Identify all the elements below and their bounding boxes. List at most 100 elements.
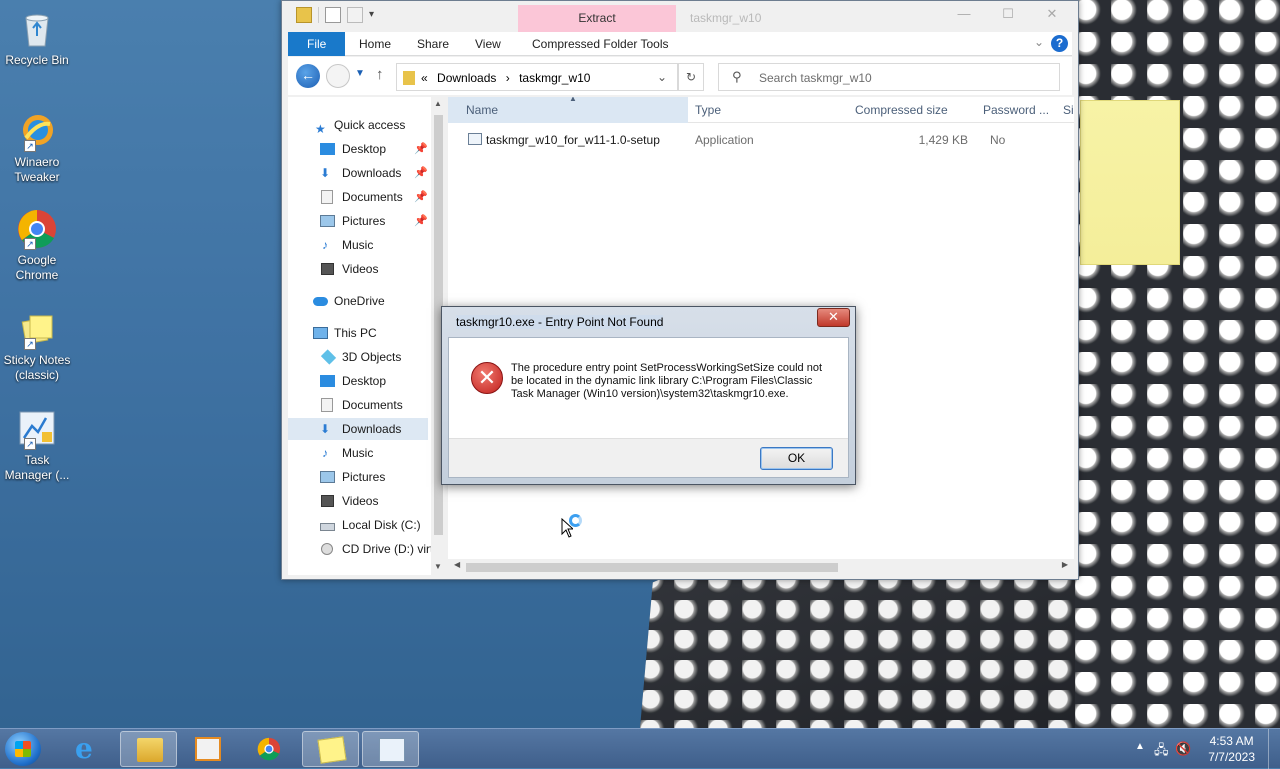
dialog-footer: OK	[449, 438, 848, 477]
ok-button[interactable]: OK	[760, 447, 833, 470]
address-bar[interactable]: « Downloads › taskmgr_w10 ⌄	[396, 63, 678, 91]
scrollbar-thumb[interactable]	[466, 563, 838, 572]
nav-label: Pictures	[342, 470, 386, 484]
network-icon[interactable]: 🖧	[1154, 741, 1169, 763]
new-folder-icon[interactable]	[347, 7, 363, 23]
nav-onedrive[interactable]: OneDrive	[288, 290, 428, 312]
nav-label: Documents	[342, 190, 403, 204]
tab-home[interactable]: Home	[345, 32, 405, 56]
column-name[interactable]: Name	[448, 97, 688, 123]
error-dialog[interactable]: taskmgr10.exe - Entry Point Not Found ✕ …	[441, 306, 856, 485]
nav-this-pc[interactable]: This PC	[288, 322, 428, 344]
minimize-button[interactable]: —	[942, 5, 986, 25]
clock-time: 4:53 AM	[1209, 734, 1254, 748]
properties-icon[interactable]	[325, 7, 341, 23]
nav-pc-music[interactable]: ♪ Music	[288, 442, 428, 464]
nav-qa-pictures[interactable]: Pictures 📌	[288, 210, 428, 232]
maximize-button[interactable]: ☐	[986, 5, 1030, 25]
desktop-icon-chrome[interactable]: ↗ Google Chrome	[2, 208, 72, 283]
document-icon	[321, 190, 333, 204]
column-type[interactable]: Type	[695, 103, 721, 117]
back-button[interactable]: ←	[296, 64, 320, 88]
pictures-icon	[320, 215, 335, 227]
nav-pc-videos[interactable]: Videos	[288, 490, 428, 512]
nav-qa-desktop[interactable]: Desktop 📌	[288, 138, 428, 160]
refresh-button[interactable]: ↻	[678, 63, 704, 91]
column-password[interactable]: Password ...	[983, 103, 1049, 117]
nav-quick-access[interactable]: ★ Quick access	[288, 114, 428, 136]
dialog-close-button[interactable]: ✕	[817, 308, 850, 327]
nav-qa-videos[interactable]: Videos	[288, 258, 428, 280]
breadcrumb-current[interactable]: taskmgr_w10	[519, 71, 590, 85]
nav-qa-documents[interactable]: Documents 📌	[288, 186, 428, 208]
volume-muted-icon[interactable]: 🔇	[1175, 741, 1191, 757]
folder-icon[interactable]	[296, 7, 312, 23]
sticky-note-window[interactable]	[1080, 100, 1180, 265]
help-icon[interactable]: ?	[1051, 35, 1068, 52]
chevron-down-icon[interactable]: ▾	[369, 7, 379, 23]
nav-pc-documents[interactable]: Documents	[288, 394, 428, 416]
chrome-icon	[257, 737, 281, 761]
tab-file[interactable]: File	[288, 32, 346, 56]
desktop-icon-recycle-bin[interactable]: Recycle Bin	[2, 8, 72, 68]
pin-icon: 📌	[414, 215, 428, 227]
horizontal-scrollbar[interactable]: ◀ ▶	[448, 559, 1074, 575]
scroll-left-icon[interactable]: ◀	[454, 560, 460, 569]
desktop-icon-winaero[interactable]: ↗ Winaero Tweaker	[2, 110, 72, 185]
breadcrumb-downloads[interactable]: Downloads	[437, 71, 496, 85]
desktop-icon-sticky-notes[interactable]: ↗ Sticky Notes (classic)	[2, 308, 72, 383]
cd-drive-icon	[321, 543, 333, 555]
tab-extract-contextual[interactable]: Extract	[518, 5, 676, 32]
search-input[interactable]: ⚲ Search taskmgr_w10	[718, 63, 1060, 91]
start-button[interactable]	[5, 732, 41, 766]
breadcrumb-overflow[interactable]: «	[421, 71, 428, 85]
nav-pc-3d-objects[interactable]: 3D Objects	[288, 346, 428, 368]
file-password: No	[990, 133, 1006, 147]
nav-pc-pictures[interactable]: Pictures	[288, 466, 428, 488]
forward-button[interactable]	[326, 64, 350, 88]
scroll-down-icon[interactable]: ▼	[434, 562, 442, 571]
show-desktop-button[interactable]	[1268, 729, 1280, 769]
title-bar[interactable]: ▾ Extract taskmgr_w10 — ☐ ✕	[282, 1, 1078, 32]
film-icon	[321, 495, 334, 507]
column-compressed-size[interactable]: Compressed size	[855, 103, 948, 117]
pictures-icon	[320, 471, 335, 483]
nav-qa-downloads[interactable]: ⬇ Downloads 📌	[288, 162, 428, 184]
taskbar-chrome[interactable]	[240, 731, 297, 767]
scroll-up-icon[interactable]: ▲	[434, 99, 442, 108]
nav-pc-cd-drive[interactable]: CD Drive (D:) virt	[288, 538, 433, 560]
nav-pc-downloads[interactable]: ⬇ Downloads	[288, 418, 428, 440]
file-explorer-window[interactable]: ▾ Extract taskmgr_w10 — ☐ ✕ File Home Sh…	[281, 0, 1079, 580]
show-hidden-icons-chevron-icon[interactable]: ▲	[1135, 741, 1145, 752]
up-arrow-icon[interactable]: ↑	[376, 66, 384, 83]
tab-share[interactable]: Share	[403, 32, 463, 56]
taskbar-sticky-notes[interactable]	[302, 731, 359, 767]
download-arrow-icon: ⬇	[320, 422, 331, 436]
clock[interactable]: 4:53 AM 7/7/2023	[1208, 733, 1255, 765]
taskbar-media-player[interactable]	[179, 731, 236, 767]
tab-view[interactable]: View	[461, 32, 515, 56]
desktop-icon-task-manager[interactable]: ↗ Task Manager (...	[2, 408, 72, 483]
desktop-icon-label: Winaero Tweaker	[14, 155, 60, 184]
nav-label: CD Drive (D:) virt	[342, 542, 434, 556]
taskbar-internet-explorer[interactable]: e	[59, 731, 116, 767]
scroll-right-icon[interactable]: ▶	[1062, 560, 1068, 569]
taskbar-file-explorer[interactable]	[120, 731, 177, 767]
column-size[interactable]: Si	[1063, 103, 1074, 117]
error-message: The procedure entry point SetProcessWork…	[511, 362, 823, 400]
nav-pc-local-disk[interactable]: Local Disk (C:)	[288, 514, 428, 536]
taskbar-task-manager[interactable]	[362, 731, 419, 767]
desktop-icon-label: Task Manager (...	[4, 453, 70, 482]
breadcrumb-separator[interactable]: ›	[506, 71, 510, 85]
music-note-icon: ♪	[322, 446, 328, 460]
recent-locations-chevron-icon[interactable]: ▼	[355, 68, 365, 79]
chevron-down-icon[interactable]: ⌄	[657, 70, 667, 84]
tab-compressed-folder-tools[interactable]: Compressed Folder Tools	[518, 32, 683, 56]
clock-date: 7/7/2023	[1208, 750, 1255, 764]
nav-qa-music[interactable]: ♪ Music	[288, 234, 428, 256]
close-button[interactable]: ✕	[1030, 5, 1074, 25]
file-row[interactable]: taskmgr_w10_for_w11-1.0-setup Applicatio…	[448, 129, 1068, 151]
winaero-tweaker-icon: ↗	[16, 110, 58, 152]
chevron-down-icon[interactable]: ⌄	[1034, 35, 1044, 49]
nav-pc-desktop[interactable]: Desktop	[288, 370, 428, 392]
